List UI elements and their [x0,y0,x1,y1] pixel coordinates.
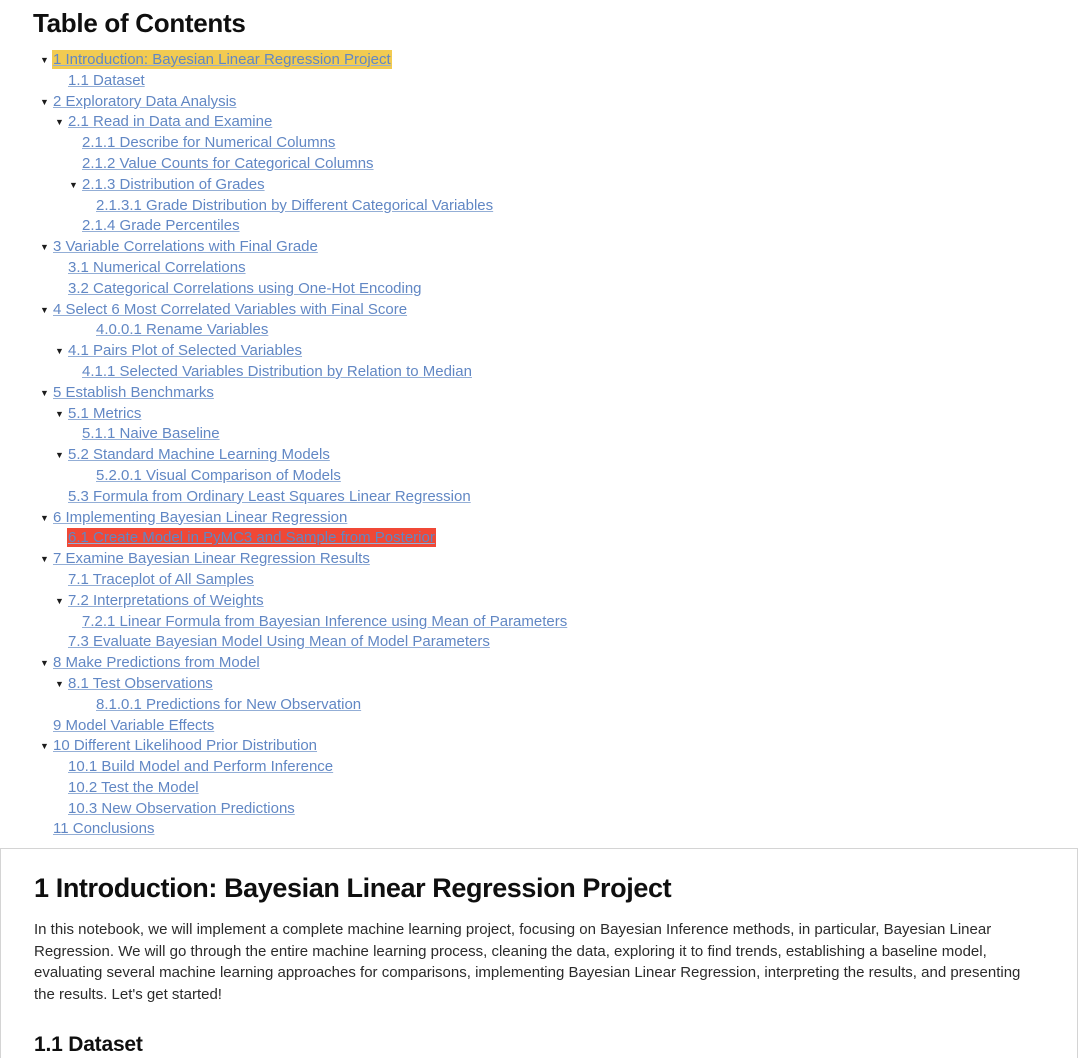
chevron-down-icon[interactable]: ▼ [38,237,51,258]
toc-link[interactable]: 7.2 Interpretations of Weights [68,592,264,609]
chevron-down-icon[interactable]: ▼ [53,404,66,425]
toc-link[interactable]: 5 Establish Benchmarks [53,384,214,401]
toc-link[interactable]: 2.1.3.1 Grade Distribution by Different … [96,197,493,214]
toc-link[interactable]: 4.0.0.1 Rename Variables [96,321,268,338]
toc-item: ▼ 2 Exploratory Data Analysis [0,92,1080,113]
toc-link[interactable]: 5.2 Standard Machine Learning Models [68,446,330,463]
toc-item: ▼ 3 Variable Correlations with Final Grad… [0,237,1080,258]
toc-item: 7.1 Traceplot of All Samples [0,570,1080,591]
toc-item: 4.1.1 Selected Variables Distribution by… [0,362,1080,383]
toc-link[interactable]: 4.1.1 Selected Variables Distribution by… [82,363,472,380]
chevron-down-icon[interactable]: ▼ [38,300,51,321]
toc-item: ▼ 1 Introduction: Bayesian Linear Regress… [0,50,1080,71]
toc-link[interactable]: 8.1.0.1 Predictions for New Observation [96,696,361,713]
toc-item: 4.0.0.1 Rename Variables [0,320,1080,341]
toc-link[interactable]: 7.2.1 Linear Formula from Bayesian Infer… [82,613,567,630]
chevron-down-icon[interactable]: ▼ [53,674,66,695]
toc-link[interactable]: 3.1 Numerical Correlations [68,259,246,276]
toc-item: ▼ 6 Implementing Bayesian Linear Regressi… [0,508,1080,529]
toc-item: ▼ 7 Examine Bayesian Linear Regression Re… [0,549,1080,570]
toc-item: ▼ 4.1 Pairs Plot of Selected Variables [0,341,1080,362]
toc-item: 6.1 Create Model in PyMC3 and Sample fro… [0,528,1080,549]
toc-link[interactable]: 5.1 Metrics [68,405,141,422]
toc-link[interactable]: 7.3 Evaluate Bayesian Model Using Mean o… [68,633,490,650]
chevron-down-icon[interactable]: ▼ [38,549,51,570]
toc-item: 2.1.4 Grade Percentiles [0,216,1080,237]
toc-item: 2.1.2 Value Counts for Categorical Colum… [0,154,1080,175]
chevron-down-icon[interactable]: ▼ [67,175,80,196]
toc-link[interactable]: 10.1 Build Model and Perform Inference [68,758,333,775]
chevron-down-icon[interactable]: ▼ [38,92,51,113]
notebook-markdown-cell[interactable]: 1 Introduction: Bayesian Linear Regressi… [0,848,1078,1058]
page-title: Table of Contents [33,8,246,38]
toc-item: ▼ 7.2 Interpretations of Weights [0,591,1080,612]
toc-item: 11 Conclusions [0,819,1080,840]
toc-item: 5.1.1 Naive Baseline [0,424,1080,445]
section-heading-dataset: 1.1 Dataset [34,1033,143,1056]
toc-link[interactable]: 2.1.3 Distribution of Grades [82,176,265,193]
chevron-down-icon[interactable]: ▼ [38,50,51,71]
toc-link[interactable]: 3.2 Categorical Correlations using One-H… [68,280,422,297]
toc-link[interactable]: 8 Make Predictions from Model [53,654,260,671]
toc-item: ▼ 5.2 Standard Machine Learning Models [0,445,1080,466]
intro-paragraph: In this notebook, we will implement a co… [34,921,1021,1003]
toc-item: 3.1 Numerical Correlations [0,258,1080,279]
toc-item: 2.1.3.1 Grade Distribution by Different … [0,196,1080,217]
toc-item: 3.2 Categorical Correlations using One-H… [0,279,1080,300]
toc-item: ▼ 5 Establish Benchmarks [0,383,1080,404]
toc-link[interactable]: 7.1 Traceplot of All Samples [68,571,254,588]
toc-item: ▼ 4 Select 6 Most Correlated Variables wi… [0,300,1080,321]
toc-item: 8.1.0.1 Predictions for New Observation [0,695,1080,716]
toc-link[interactable]: 2 Exploratory Data Analysis [53,93,236,110]
toc-link[interactable]: 5.3 Formula from Ordinary Least Squares … [68,488,471,505]
toc-link[interactable]: 4.1 Pairs Plot of Selected Variables [68,342,302,359]
toc-item: 1.1 Dataset [0,71,1080,92]
toc-item: 7.3 Evaluate Bayesian Model Using Mean o… [0,632,1080,653]
chevron-down-icon[interactable]: ▼ [38,383,51,404]
chevron-down-icon[interactable]: ▼ [38,736,51,757]
toc-item: 9 Model Variable Effects [0,716,1080,737]
toc-item: ▼ 2.1.3 Distribution of Grades [0,175,1080,196]
chevron-down-icon[interactable]: ▼ [38,508,51,529]
toc-item: 7.2.1 Linear Formula from Bayesian Infer… [0,612,1080,633]
toc-link[interactable]: 7 Examine Bayesian Linear Regression Res… [53,550,370,567]
toc-link[interactable]: 8.1 Test Observations [68,675,213,692]
toc-link[interactable]: 1.1 Dataset [68,72,145,89]
toc-item: ▼ 5.1 Metrics [0,404,1080,425]
toc-link[interactable]: 6.1 Create Model in PyMC3 and Sample fro… [68,529,435,547]
toc-link[interactable]: 4 Select 6 Most Correlated Variables wit… [53,301,407,318]
chevron-down-icon[interactable]: ▼ [53,341,66,362]
toc-item: ▼ 8.1 Test Observations [0,674,1080,695]
toc-link[interactable]: 2.1.4 Grade Percentiles [82,217,240,234]
toc-item: 5.2.0.1 Visual Comparison of Models [0,466,1080,487]
toc-item: ▼ 2.1 Read in Data and Examine [0,112,1080,133]
toc-link[interactable]: 10 Different Likelihood Prior Distributi… [53,737,317,754]
toc-list: ▼ 1 Introduction: Bayesian Linear Regress… [0,38,1080,840]
toc-link[interactable]: 10.2 Test the Model [68,779,199,796]
toc-item: 5.3 Formula from Ordinary Least Squares … [0,487,1080,508]
table-of-contents-region: Table of Contents ▼ 1 Introduction: Bayes… [0,0,1080,840]
section-heading-introduction: 1 Introduction: Bayesian Linear Regressi… [34,873,672,903]
toc-link[interactable]: 3 Variable Correlations with Final Grade [53,238,318,255]
chevron-down-icon[interactable]: ▼ [38,653,51,674]
toc-link[interactable]: 9 Model Variable Effects [53,717,214,734]
toc-link[interactable]: 2.1.1 Describe for Numerical Columns [82,134,335,151]
toc-link[interactable]: 2.1 Read in Data and Examine [68,113,272,130]
toc-link[interactable]: 5.2.0.1 Visual Comparison of Models [96,467,341,484]
toc-link[interactable]: 11 Conclusions [53,820,154,837]
toc-item: ▼ 10 Different Likelihood Prior Distribut… [0,736,1080,757]
toc-item: 10.3 New Observation Predictions [0,799,1080,820]
toc-link[interactable]: 1 Introduction: Bayesian Linear Regressi… [53,51,391,68]
chevron-down-icon[interactable]: ▼ [53,445,66,466]
chevron-down-icon[interactable]: ▼ [53,112,66,133]
toc-item: 10.1 Build Model and Perform Inference [0,757,1080,778]
toc-item: 10.2 Test the Model [0,778,1080,799]
toc-link[interactable]: 5.1.1 Naive Baseline [82,425,220,442]
toc-item: ▼ 8 Make Predictions from Model [0,653,1080,674]
chevron-down-icon[interactable]: ▼ [53,591,66,612]
toc-link[interactable]: 6 Implementing Bayesian Linear Regressio… [53,509,347,526]
toc-link[interactable]: 10.3 New Observation Predictions [68,800,295,817]
toc-item: 2.1.1 Describe for Numerical Columns [0,133,1080,154]
toc-link[interactable]: 2.1.2 Value Counts for Categorical Colum… [82,155,374,172]
